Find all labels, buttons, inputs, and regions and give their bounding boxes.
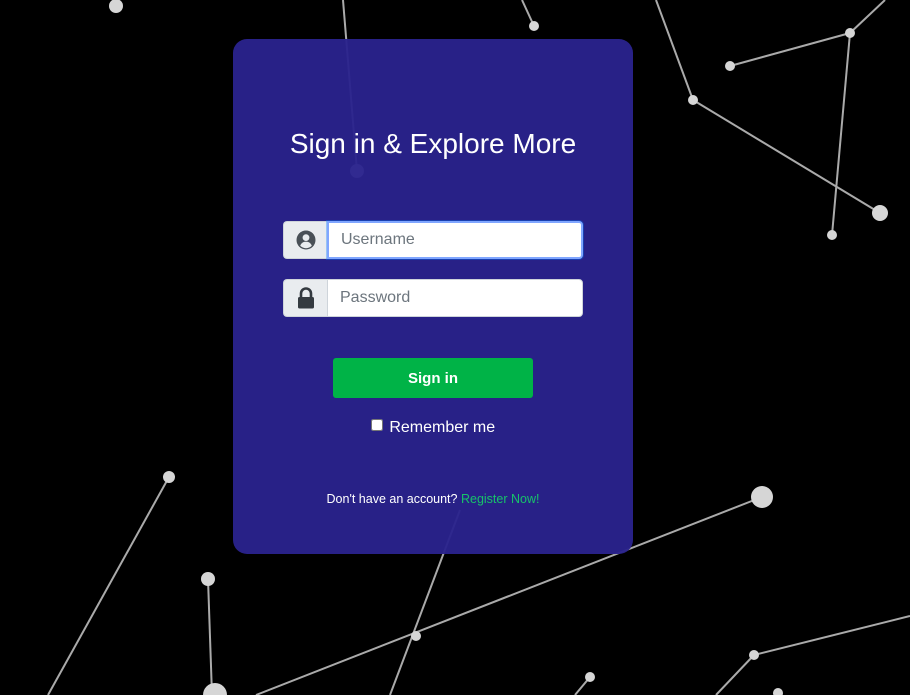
no-account-text: Don't have an account? — [326, 492, 458, 506]
remember-me: Remember me — [233, 419, 633, 437]
login-card: Sign in & Explore More Sign in Remember … — [233, 39, 633, 554]
remember-me-label: Remember me — [389, 419, 496, 436]
password-input[interactable] — [327, 279, 583, 317]
register-prompt: Don't have an account? Register Now! — [233, 492, 633, 506]
lock-icon — [283, 279, 327, 317]
user-circle-icon — [283, 221, 327, 259]
username-input-group — [283, 221, 583, 259]
username-input[interactable] — [327, 221, 583, 259]
register-link[interactable]: Register Now! — [461, 492, 540, 506]
password-input-group — [283, 279, 583, 317]
remember-me-checkbox[interactable] — [370, 419, 383, 431]
page-title: Sign in & Explore More — [289, 128, 577, 159]
sign-in-button[interactable]: Sign in — [333, 358, 533, 398]
